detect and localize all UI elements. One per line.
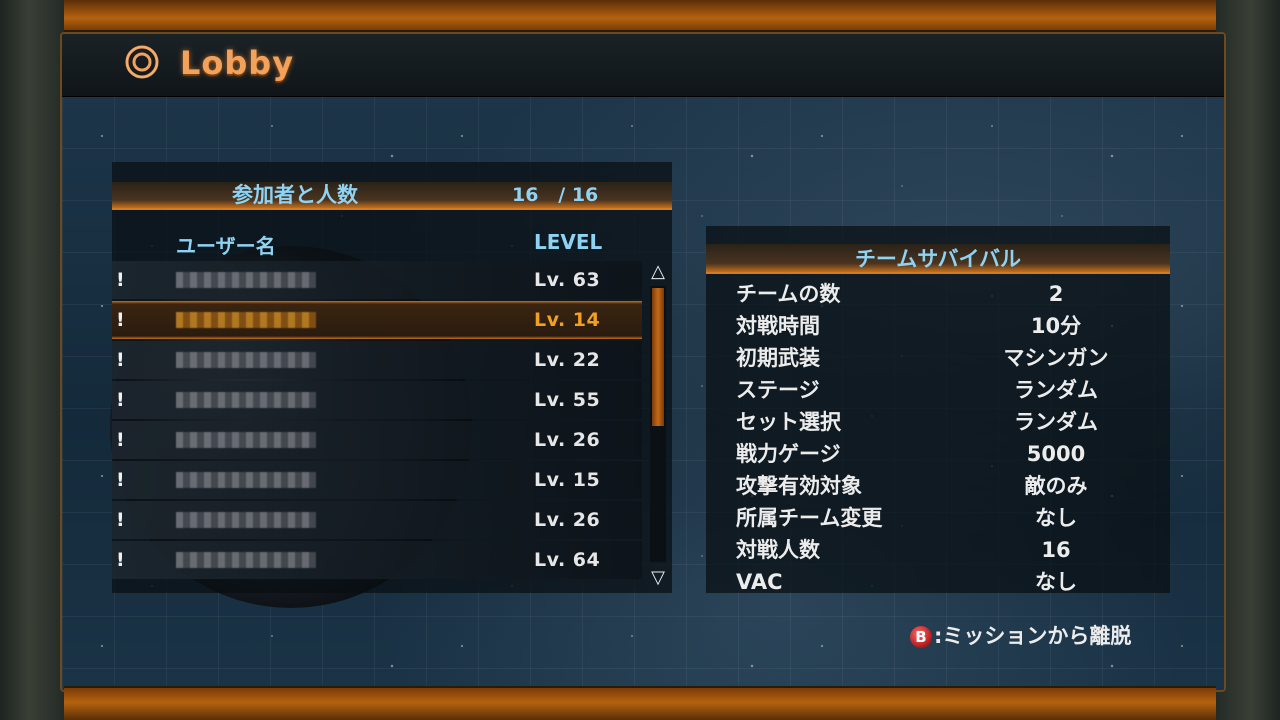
setting-label: 対戦時間 [736, 314, 820, 338]
setting-label: VAC [736, 570, 783, 594]
setting-row: 戦力ゲージ 5000 [706, 438, 1170, 470]
player-row-selected[interactable]: ! Lv. 14 [112, 301, 642, 339]
player-row[interactable]: ! Lv. 26 [112, 421, 642, 459]
player-row[interactable]: ! Lv. 63 [112, 261, 642, 299]
column-header-level: LEVEL [534, 230, 603, 254]
match-settings-list: チームの数 2 対戦時間 10分 初期武装 マシンガン ステージ ランダム セット選択ラ… [706, 278, 1170, 598]
leave-mission-label: :ミッションから離脱 [934, 624, 1132, 648]
player-name-redacted [176, 272, 316, 288]
player-name-redacted [176, 432, 316, 448]
player-name-redacted [176, 472, 316, 488]
match-settings-panel: チームサバイバル チームの数 2 対戦時間 10分 初期武装 マシンガン ステージ ラン… [706, 226, 1170, 594]
top-frame-bar [64, 0, 1216, 32]
setting-label: 所属チーム変更 [736, 506, 883, 530]
setting-row: 対戦人数 16 [706, 534, 1170, 566]
participants-header: 参加者と人数 16 / 16 [112, 182, 672, 210]
player-name-redacted [176, 352, 316, 368]
player-level: Lv. 63 [534, 269, 601, 291]
leave-mission-hint[interactable]: B:ミッションから離脱 [910, 622, 1131, 650]
player-level: Lv. 15 [534, 469, 601, 491]
setting-value: 敵のみ [1024, 474, 1088, 498]
setting-row: 初期武装 マシンガン [706, 342, 1170, 374]
setting-row: セット選択 ランダム [706, 406, 1170, 438]
setting-value: マシンガン [1003, 346, 1109, 370]
setting-value: 16 [1041, 538, 1071, 562]
setting-value: なし [1035, 506, 1077, 530]
player-status-marker: ! [116, 349, 125, 371]
player-name-redacted [176, 552, 316, 568]
participants-panel: 参加者と人数 16 / 16 ユーザー名 LEVEL ! Lv. 63 ! Lv… [112, 162, 672, 593]
setting-row: チームの数 2 [706, 278, 1170, 310]
lobby-window: Lobby 参加者と人数 16 / 16 ユーザー名 LEVEL ! Lv. 6… [60, 32, 1226, 692]
setting-label: ステージ [736, 378, 820, 402]
game-mode-title: チームサバイバル [854, 247, 1022, 271]
scrollbar-thumb[interactable] [652, 288, 664, 426]
player-name-redacted [176, 512, 316, 528]
player-level: Lv. 64 [534, 549, 601, 571]
setting-label: 初期武装 [736, 346, 820, 370]
player-status-marker: ! [116, 269, 125, 291]
player-level: Lv. 26 [534, 509, 601, 531]
player-level: Lv. 55 [534, 389, 601, 411]
setting-value: 2 [1048, 282, 1064, 306]
setting-row: VAC なし [706, 566, 1170, 598]
left-frame-border [0, 0, 64, 720]
setting-label: 対戦人数 [736, 538, 820, 562]
lobby-emblem-icon [125, 45, 159, 79]
match-settings-header: チームサバイバル [706, 244, 1170, 274]
player-name-redacted [176, 312, 316, 328]
player-level: Lv. 22 [534, 349, 601, 371]
player-row[interactable]: ! Lv. 22 [112, 341, 642, 379]
player-status-marker: ! [116, 389, 125, 411]
setting-row: 所属チーム変更 なし [706, 502, 1170, 534]
column-header-username: ユーザー名 [176, 234, 276, 258]
setting-value: 10分 [1030, 314, 1082, 338]
player-status-marker: ! [116, 549, 125, 571]
player-row[interactable]: ! Lv. 55 [112, 381, 642, 419]
setting-label: チームの数 [736, 282, 841, 306]
player-status-marker: ! [116, 469, 125, 491]
setting-row: 攻撃有効対象 敵のみ [706, 470, 1170, 502]
setting-value: ランダム [1014, 410, 1098, 434]
player-status-marker: ! [116, 429, 125, 451]
player-list: ! Lv. 63 ! Lv. 14 ! Lv. 22 ! Lv. 55 ! Lv… [112, 261, 642, 581]
player-name-redacted [176, 392, 316, 408]
player-status-marker: ! [116, 509, 125, 531]
player-row[interactable]: ! Lv. 64 [112, 541, 642, 579]
setting-label: 攻撃有効対象 [736, 474, 862, 498]
setting-value: なし [1035, 570, 1077, 594]
setting-label: セット選択 [736, 410, 841, 434]
setting-row: ステージ ランダム [706, 374, 1170, 406]
scroll-down-arrow-icon[interactable]: ▽ [648, 568, 668, 588]
player-row[interactable]: ! Lv. 26 [112, 501, 642, 539]
b-button-icon: B [910, 626, 932, 648]
lobby-header: Lobby [62, 34, 1224, 97]
scroll-up-arrow-icon[interactable]: △ [648, 262, 668, 282]
player-level: Lv. 26 [534, 429, 601, 451]
player-level: Lv. 14 [534, 309, 601, 331]
page-title: Lobby [180, 44, 295, 82]
setting-label: 戦力ゲージ [736, 442, 841, 466]
setting-value: 5000 [1026, 442, 1086, 466]
bottom-frame-bar [64, 686, 1216, 720]
player-list-scrollbar[interactable] [650, 286, 666, 562]
participants-count: 16 / 16 [512, 184, 599, 206]
participants-title: 参加者と人数 [232, 183, 358, 207]
player-status-marker: ! [116, 309, 125, 331]
setting-value: ランダム [1014, 378, 1098, 402]
player-row[interactable]: ! Lv. 15 [112, 461, 642, 499]
setting-row: 対戦時間 10分 [706, 310, 1170, 342]
